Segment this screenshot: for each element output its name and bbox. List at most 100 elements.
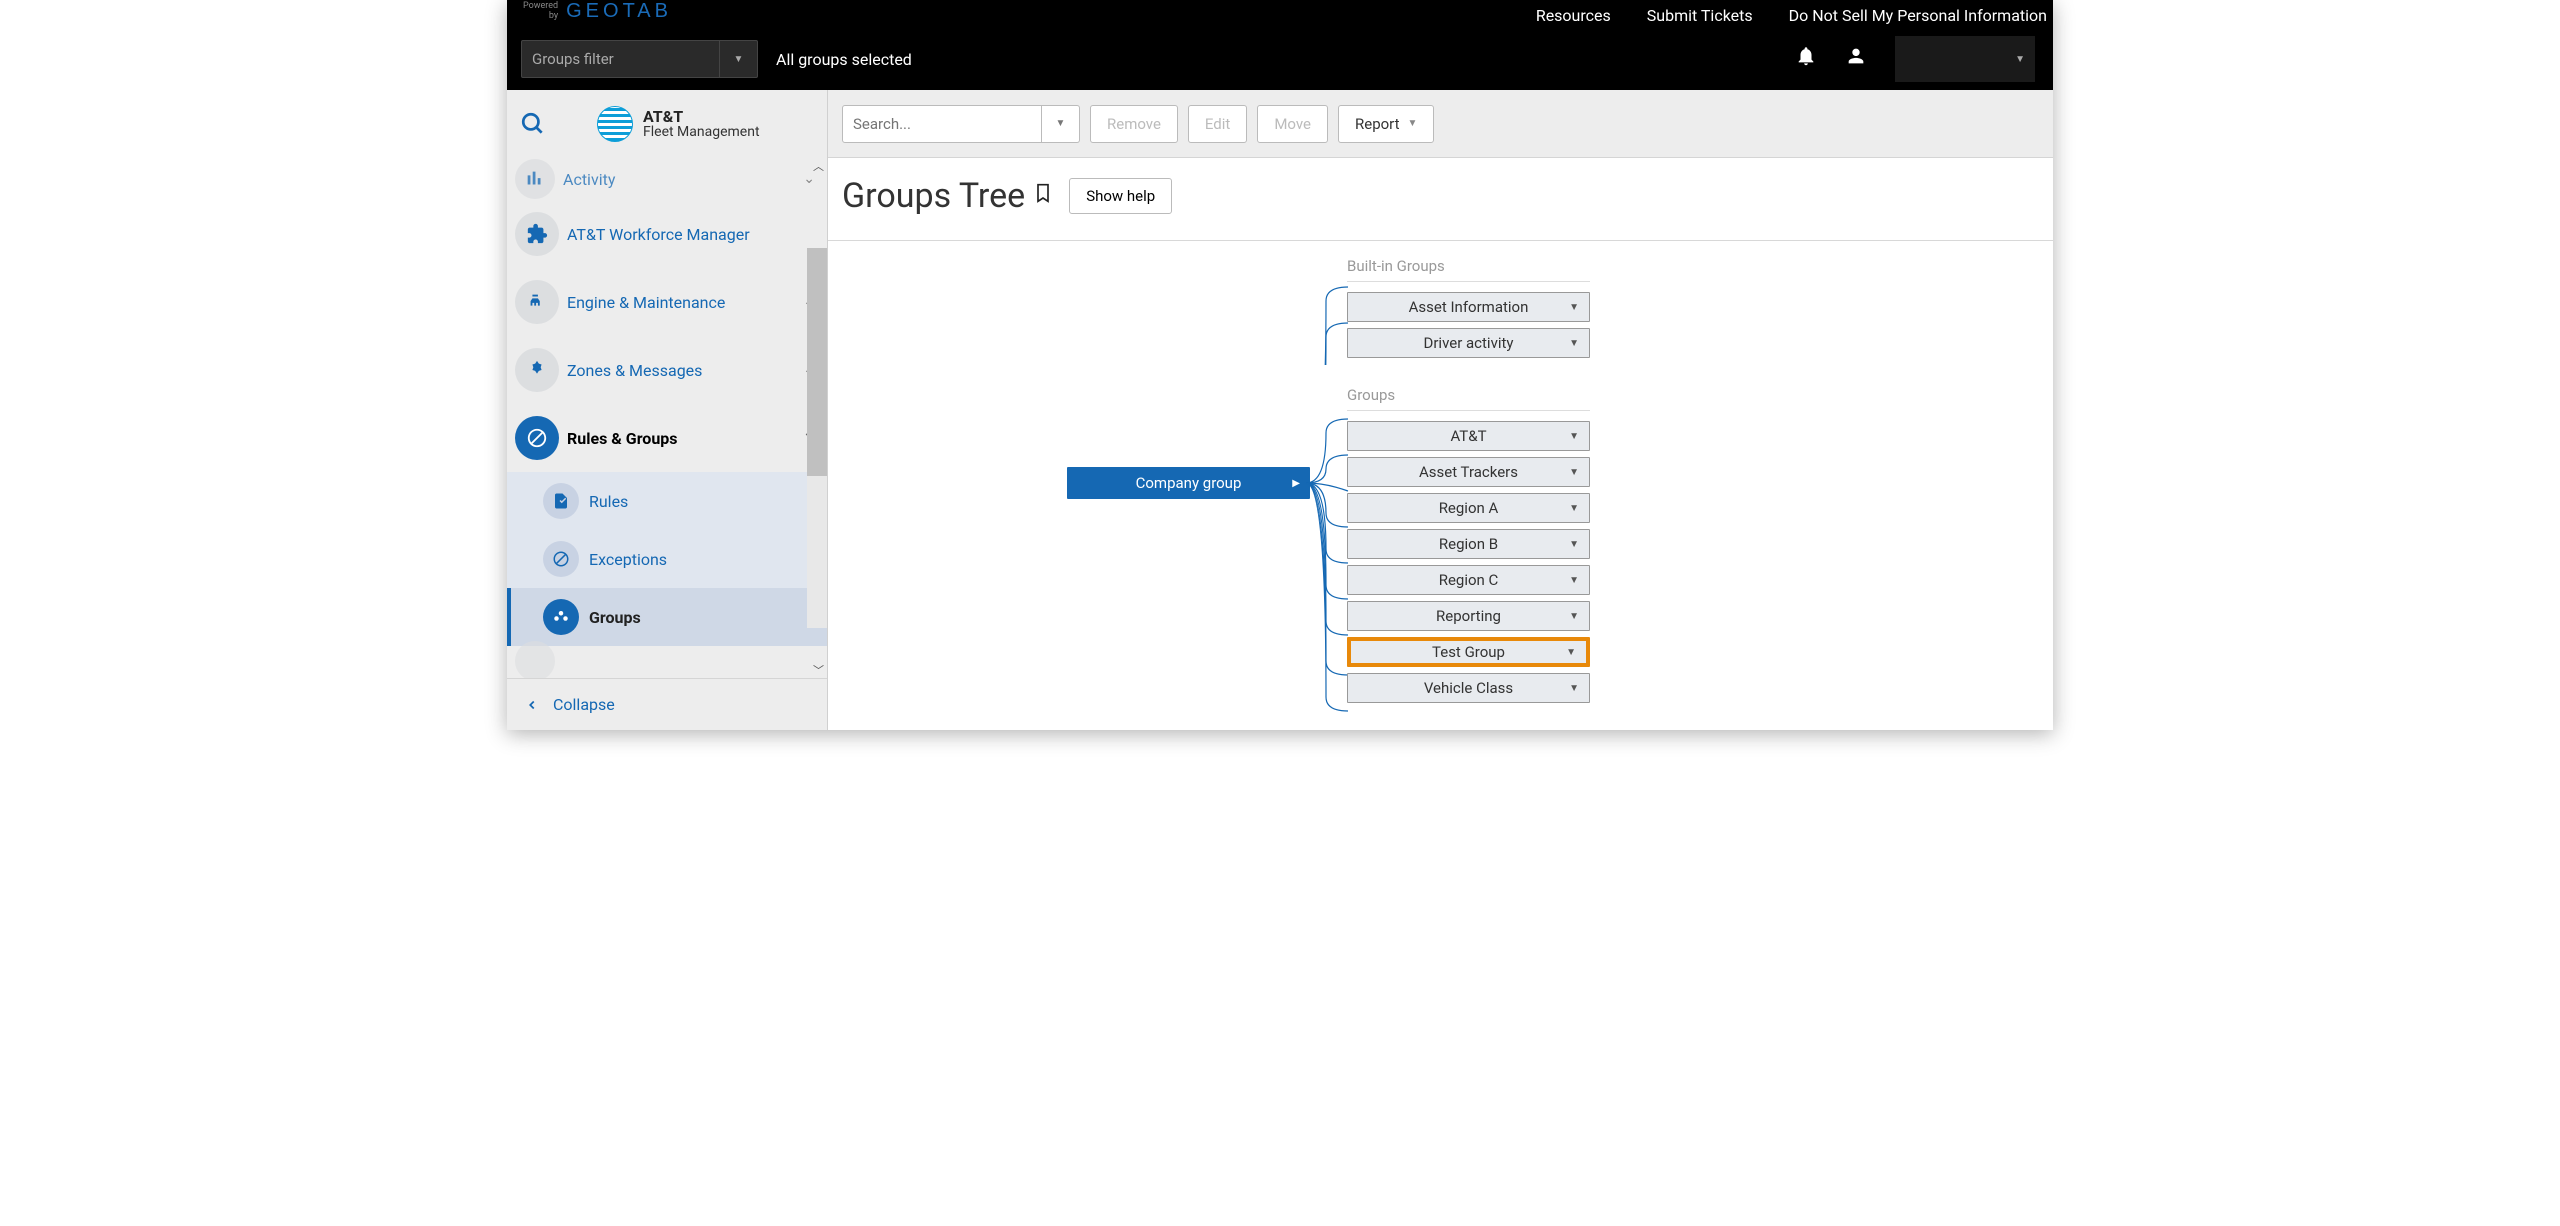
sidebar-item-label: Rules & Groups <box>567 429 803 448</box>
sidebar: AT&T Fleet Management ︿ Activity ⌄ AT&T … <box>507 90 828 730</box>
tree-node-driver-activity[interactable]: Driver activity ▼ <box>1347 328 1590 358</box>
geotab-logo: GEOTAB <box>566 0 672 23</box>
chevron-down-icon: ▼ <box>1569 539 1579 550</box>
brand-logo[interactable]: AT&T Fleet Management <box>597 106 760 142</box>
sidebar-sub-label: Exceptions <box>589 550 667 569</box>
tree-node-label: Asset Trackers <box>1419 463 1518 481</box>
rules-icon <box>543 483 579 519</box>
tree-node-region-b[interactable]: Region B ▼ <box>1347 529 1590 559</box>
sidebar-item-activity[interactable]: Activity ⌄ <box>507 158 827 200</box>
sidebar-item-engine[interactable]: Engine & Maintenance ⌄ <box>507 268 827 336</box>
tree-node-label: Driver activity <box>1424 334 1514 352</box>
sidebar-item-zones[interactable]: Zones & Messages ⌄ <box>507 336 827 404</box>
tree-node-test-group[interactable]: Test Group ▼ <box>1347 637 1590 667</box>
tree-node-region-a[interactable]: Region A ▼ <box>1347 493 1590 523</box>
header-links: Resources Submit Tickets Do Not Sell My … <box>1536 0 2047 25</box>
groups-icon <box>543 599 579 635</box>
icon-placeholder <box>515 641 555 678</box>
chevron-down-icon: ▼ <box>719 41 757 77</box>
notifications-icon[interactable] <box>1795 45 1817 73</box>
chevron-left-icon <box>525 698 539 712</box>
sidebar-item-workforce[interactable]: AT&T Workforce Manager <box>507 200 827 268</box>
search-input[interactable] <box>842 105 1042 143</box>
sidebar-sub-label: Groups <box>589 608 641 627</box>
builtin-groups-label: Built-in Groups <box>1347 257 1590 282</box>
groups-filter-placeholder: Groups filter <box>522 50 719 68</box>
bookmark-icon[interactable] <box>1033 181 1053 211</box>
sidebar-item-partial-bottom[interactable] <box>507 646 827 676</box>
engine-icon <box>515 280 559 324</box>
chevron-down-icon: ▼ <box>1566 647 1576 658</box>
sidebar-item-label: Activity <box>563 170 803 189</box>
sidebar-sub-label: Rules <box>589 492 628 511</box>
tree-node-label: Vehicle Class <box>1424 679 1513 697</box>
tree-node-vehicle-class[interactable]: Vehicle Class ▼ <box>1347 673 1590 703</box>
sidebar-item-rules-groups[interactable]: Rules & Groups ⌃ <box>507 404 827 472</box>
chevron-down-icon: ⌄ <box>803 171 815 187</box>
puzzle-icon <box>515 212 559 256</box>
powered-by: Powered by GEOTAB <box>523 0 672 23</box>
sidebar-item-label: Engine & Maintenance <box>567 293 803 312</box>
link-submit-tickets[interactable]: Submit Tickets <box>1647 6 1753 25</box>
chevron-down-icon: ▼ <box>1569 575 1579 586</box>
tree-node-reporting[interactable]: Reporting ▼ <box>1347 601 1590 631</box>
remove-button[interactable]: Remove <box>1090 105 1178 143</box>
builtin-groups-container: Asset Information ▼ Driver activity ▼ <box>1347 292 2039 358</box>
tree-area: Built-in Groups Asset Information ▼ Driv… <box>828 241 2053 730</box>
tree-node-label: Region C <box>1439 571 1499 589</box>
sidebar-sub-groups[interactable]: Groups <box>507 588 827 646</box>
att-globe-icon <box>597 106 633 142</box>
prohibit-icon <box>515 416 559 460</box>
scrollbar-thumb[interactable] <box>807 248 827 476</box>
tree-node-label: Region A <box>1439 499 1499 517</box>
chevron-down-icon: ▼ <box>1569 683 1579 694</box>
chevron-down-icon: ▼ <box>1569 302 1579 313</box>
groups-label: Groups <box>1347 386 1590 411</box>
powered-by-label: Powered by <box>523 2 558 22</box>
search-icon[interactable] <box>519 110 547 138</box>
tree-node-label: Reporting <box>1436 607 1501 625</box>
collapse-button[interactable]: Collapse <box>507 678 827 730</box>
search-dropdown-caret[interactable]: ▼ <box>1042 105 1080 143</box>
report-button[interactable]: Report ▼ <box>1338 105 1434 143</box>
page-title: Groups Tree <box>842 176 1053 216</box>
link-do-not-sell[interactable]: Do Not Sell My Personal Information <box>1789 6 2047 25</box>
top-header: Powered by GEOTAB Resources Submit Ticke… <box>507 0 2053 90</box>
groups-container: AT&T▼Asset Trackers▼Region A▼Region B▼Re… <box>1347 421 2039 703</box>
tree-root-company-group[interactable]: Company group ▶ <box>1067 467 1310 499</box>
sidebar-scrollbar[interactable] <box>807 248 827 628</box>
link-resources[interactable]: Resources <box>1536 6 1611 25</box>
all-groups-selected-label: All groups selected <box>776 50 912 69</box>
tree-node-region-c[interactable]: Region C ▼ <box>1347 565 1590 595</box>
chevron-down-icon: ▼ <box>1569 611 1579 622</box>
chart-icon <box>515 159 555 199</box>
move-button[interactable]: Move <box>1257 105 1328 143</box>
chevron-down-icon: ▼ <box>1569 503 1579 514</box>
chevron-down-icon: ▼ <box>1569 338 1579 349</box>
sidebar-item-label: Zones & Messages <box>567 361 803 380</box>
report-label: Report <box>1355 115 1400 133</box>
tree-node-asset-trackers[interactable]: Asset Trackers ▼ <box>1347 457 1590 487</box>
sidebar-sub-rules[interactable]: Rules <box>507 472 827 530</box>
scroll-down-icon[interactable]: ﹀ <box>813 662 824 678</box>
sidebar-item-label: AT&T Workforce Manager <box>567 225 815 244</box>
groups-filter-dropdown[interactable]: Groups filter ▼ <box>521 40 758 78</box>
user-icon[interactable] <box>1845 45 1867 73</box>
tree-node-label: Asset Information <box>1409 298 1529 316</box>
chevron-down-icon: ▼ <box>1569 431 1579 442</box>
collapse-label: Collapse <box>553 695 615 714</box>
tree-node-label: AT&T <box>1450 427 1486 445</box>
show-help-button[interactable]: Show help <box>1069 178 1172 214</box>
toolbar: ▼ Remove Edit Move Report ▼ <box>828 90 2053 158</box>
zones-icon <box>515 348 559 392</box>
chevron-down-icon: ▼ <box>1569 467 1579 478</box>
sidebar-sub-exceptions[interactable]: Exceptions <box>507 530 827 588</box>
brand-subtitle: Fleet Management <box>643 125 760 140</box>
tree-node-label: Region B <box>1439 535 1498 553</box>
user-menu-dropdown[interactable]: ▼ <box>1895 36 2035 82</box>
brand-title: AT&T <box>643 108 760 126</box>
tree-node-asset-information[interactable]: Asset Information ▼ <box>1347 292 1590 322</box>
edit-button[interactable]: Edit <box>1188 105 1247 143</box>
tree-node-label: Test Group <box>1432 643 1505 661</box>
tree-node-at-t[interactable]: AT&T ▼ <box>1347 421 1590 451</box>
